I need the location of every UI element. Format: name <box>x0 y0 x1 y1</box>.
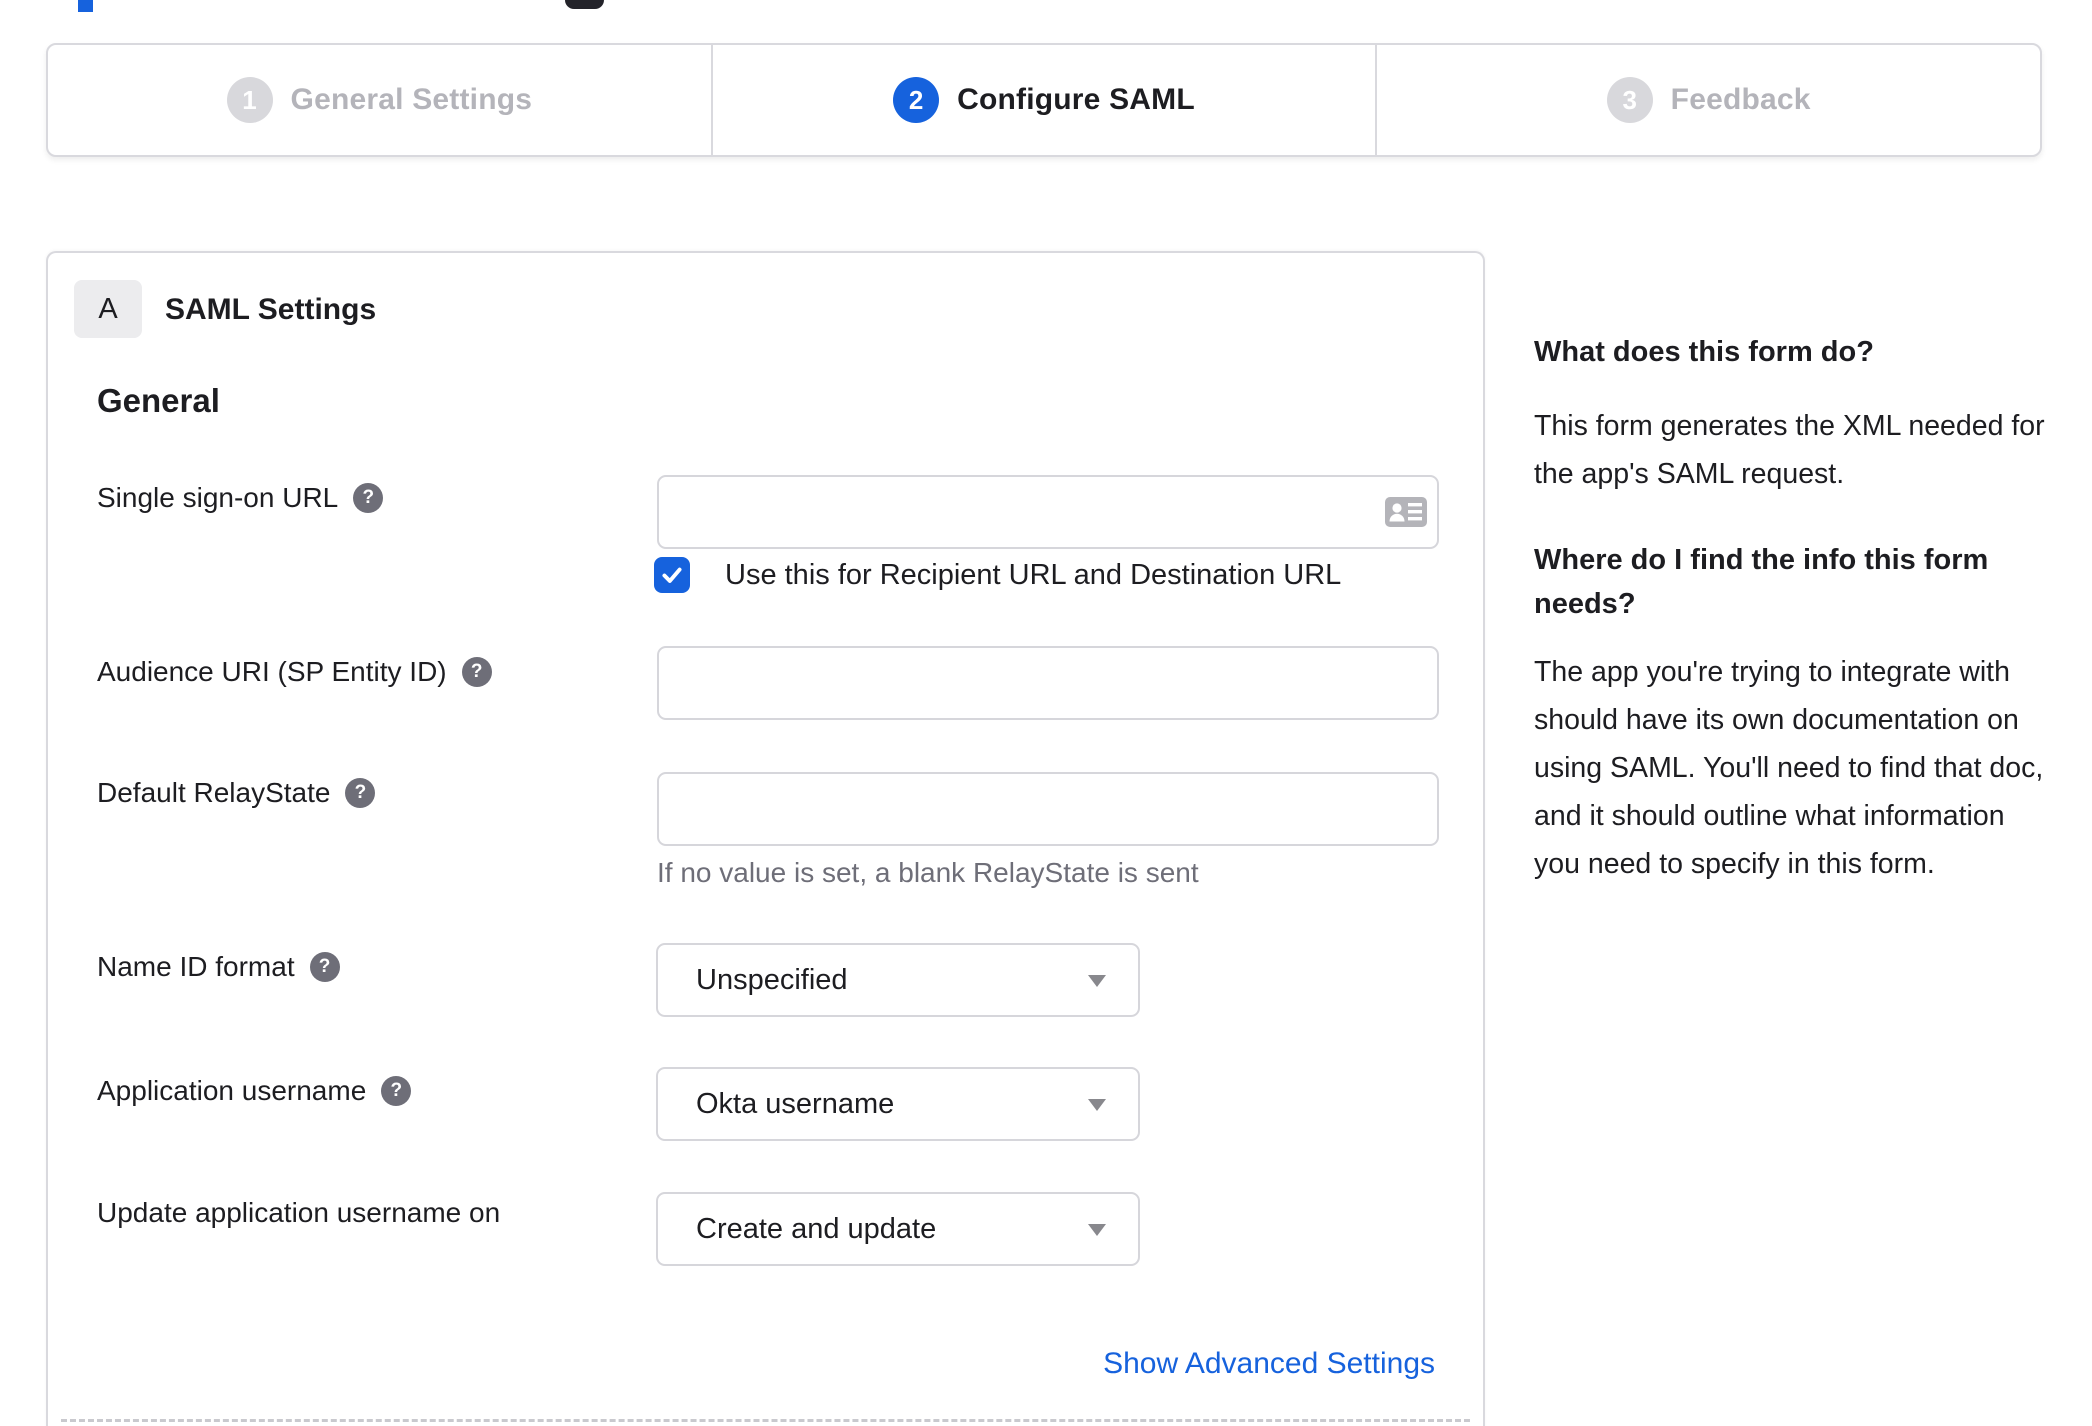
step-1-number-badge: 1 <box>226 77 273 123</box>
caret-down-icon <box>1088 1224 1106 1236</box>
single-sign-on-url-label-text: Single sign-on URL <box>97 482 339 513</box>
sidebar-answer-2: The app you're trying to integrate with … <box>1534 656 2044 880</box>
recipient-url-checkbox[interactable] <box>654 557 690 593</box>
name-id-format-select[interactable]: Unspecified <box>656 943 1140 1017</box>
step-feedback[interactable]: 3 Feedback <box>1375 45 2040 155</box>
configure-saml-page: 1 General Settings 2 Configure SAML 3 Fe… <box>0 0 2092 1426</box>
general-section-heading: General <box>97 382 220 419</box>
name-id-format-label: Name ID format <box>97 950 340 984</box>
caret-down-icon <box>1088 1099 1106 1111</box>
advanced-settings-divider <box>61 1419 1470 1422</box>
default-relaystate-input[interactable] <box>657 772 1439 846</box>
question-mark-icon[interactable] <box>381 1076 412 1106</box>
update-application-username-label: Update application username on <box>97 1196 500 1230</box>
caret-down-icon <box>1088 975 1106 987</box>
step-3-number-badge: 3 <box>1606 77 1653 123</box>
audience-uri-input[interactable] <box>657 646 1439 720</box>
audience-uri-label-text: Audience URI (SP Entity ID) <box>97 656 447 687</box>
default-relaystate-label: Default RelayState <box>97 776 376 810</box>
update-application-username-value: Create and update <box>696 1212 937 1245</box>
question-mark-icon[interactable] <box>353 483 384 513</box>
checkmark-icon <box>662 567 682 583</box>
question-mark-icon[interactable] <box>309 952 340 982</box>
show-advanced-settings-link[interactable]: Show Advanced Settings <box>1103 1347 1435 1381</box>
section-a-badge: A <box>74 280 142 338</box>
step-2-number-badge: 2 <box>893 77 940 123</box>
relaystate-helper-text: If no value is set, a blank RelayState i… <box>657 857 1199 888</box>
help-sidebar: What does this form do? This form genera… <box>1534 330 2054 888</box>
single-sign-on-url-input[interactable] <box>657 475 1439 549</box>
address-card-icon[interactable] <box>1385 497 1427 527</box>
name-id-format-value: Unspecified <box>696 963 848 996</box>
question-mark-icon[interactable] <box>345 778 376 808</box>
sidebar-answer-1: This form generates the XML needed for t… <box>1534 410 2045 490</box>
update-application-username-select[interactable]: Create and update <box>656 1192 1140 1266</box>
application-username-label: Application username <box>97 1074 412 1108</box>
update-application-username-label-text: Update application username on <box>97 1197 501 1228</box>
step-2-label: Configure SAML <box>957 83 1195 116</box>
panel-title: SAML Settings <box>165 293 377 326</box>
application-username-value: Okta username <box>696 1087 895 1120</box>
name-id-format-label-text: Name ID format <box>97 951 295 982</box>
sidebar-question-1: What does this form do? <box>1534 336 1874 368</box>
application-username-label-text: Application username <box>97 1075 367 1106</box>
step-1-label: General Settings <box>290 83 533 116</box>
cropped-ui-fragment-blue <box>78 0 93 12</box>
default-relaystate-label-text: Default RelayState <box>97 777 331 808</box>
audience-uri-label: Audience URI (SP Entity ID) <box>97 655 492 689</box>
wizard-stepper: 1 General Settings 2 Configure SAML 3 Fe… <box>46 43 2042 157</box>
cropped-ui-fragment-dark <box>565 0 604 9</box>
sidebar-question-2: Where do I find the info this form needs… <box>1534 544 1989 620</box>
step-general-settings[interactable]: 1 General Settings <box>48 45 711 155</box>
question-mark-icon[interactable] <box>461 657 492 687</box>
recipient-url-checkbox-label: Use this for Recipient URL and Destinati… <box>725 559 1342 591</box>
step-3-label: Feedback <box>1670 83 1811 116</box>
single-sign-on-url-label: Single sign-on URL <box>97 481 384 515</box>
step-configure-saml[interactable]: 2 Configure SAML <box>710 45 1376 155</box>
saml-settings-panel: A SAML Settings General Single sign-on U… <box>46 251 1485 1426</box>
application-username-select[interactable]: Okta username <box>656 1067 1140 1141</box>
